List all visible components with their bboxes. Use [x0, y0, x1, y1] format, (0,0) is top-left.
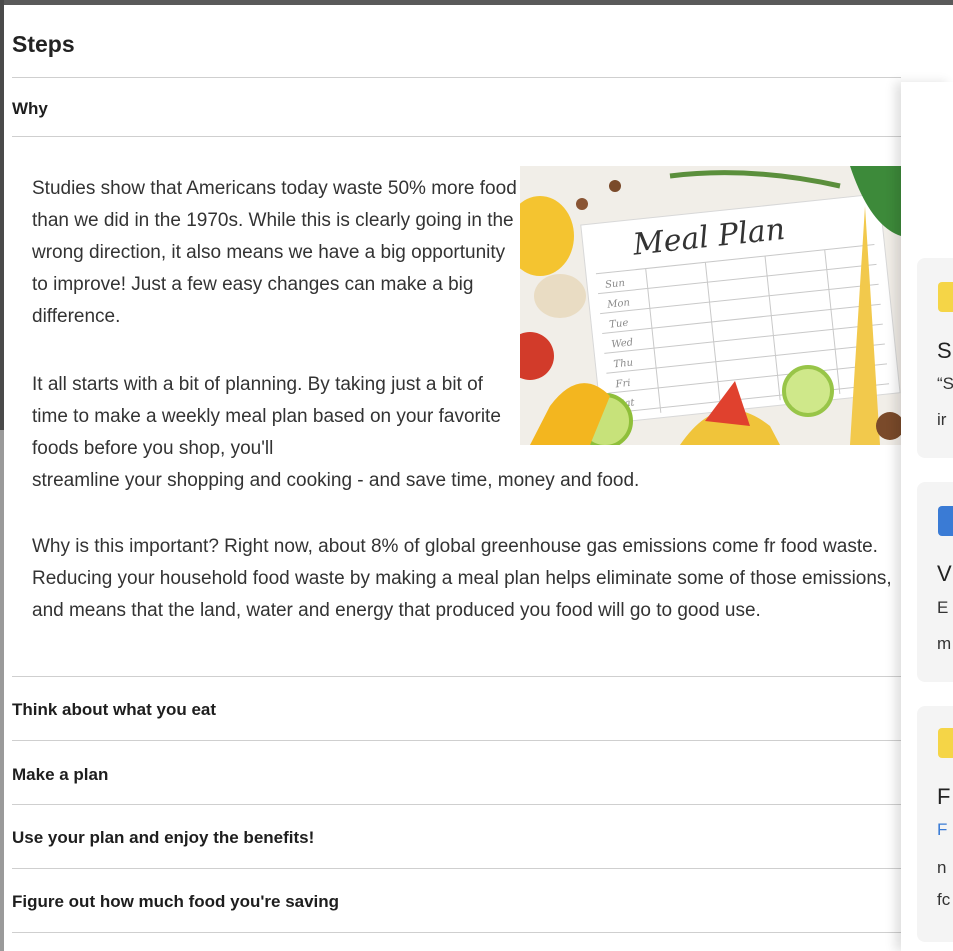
card-text: E [937, 598, 949, 617]
image-day-label: Fri [614, 378, 631, 391]
step-header-use-plan[interactable]: Use your plan and enjoy the benefits! [12, 828, 314, 848]
divider [12, 804, 901, 805]
card-text: fc [937, 890, 951, 909]
card-link[interactable]: F [937, 820, 947, 840]
lime-right-decoration [782, 365, 834, 417]
meal-plan-illustration: Meal Plan Sun Mon Tue Wed Thu Fri Sat [520, 166, 901, 445]
divider [12, 740, 901, 741]
why-paragraph-2-tail: streamline your shopping and cooking - a… [32, 470, 640, 491]
window-frame-left-lower [0, 430, 4, 951]
step-header-plan[interactable]: Make a plan [12, 765, 108, 785]
divider [12, 77, 901, 78]
steps-panel: Steps Why Studies show that Americans to… [8, 5, 901, 951]
mushroom-decoration [534, 274, 586, 318]
card-text: n [937, 858, 947, 877]
card-text: m [937, 634, 952, 653]
image-day-label: Sun [605, 278, 626, 291]
why-paragraph-2-wrapped: It all starts with a bit of planning. By… [32, 374, 501, 459]
spice-decoration [576, 198, 588, 210]
divider [12, 868, 901, 869]
meal-plan-image: Meal Plan Sun Mon Tue Wed Thu Fri Sat [520, 166, 901, 445]
divider [12, 136, 901, 137]
card-badge [938, 728, 953, 758]
step-header-savings[interactable]: Figure out how much food you're saving [12, 892, 339, 912]
step-header-think[interactable]: Think about what you eat [12, 700, 216, 720]
spice-decoration [609, 180, 621, 192]
step-header-why[interactable]: Why [12, 99, 48, 119]
card-heading: F [937, 784, 951, 809]
card-badge [938, 506, 953, 536]
divider [12, 676, 901, 677]
divider [12, 932, 901, 933]
image-day-label: Wed [611, 337, 634, 350]
why-paragraph-3: Why is this important? Right now, about … [32, 536, 892, 621]
card-text: “S [937, 374, 953, 393]
card-heading: V [937, 561, 952, 586]
card-badge [938, 282, 953, 312]
card-text: ir [937, 410, 947, 429]
why-paragraph-1: Studies show that Americans today waste … [32, 178, 517, 327]
image-day-label: Tue [609, 318, 629, 331]
card-heading: S [937, 338, 952, 363]
steps-title: Steps [12, 31, 75, 57]
image-day-label: Thu [613, 357, 634, 370]
